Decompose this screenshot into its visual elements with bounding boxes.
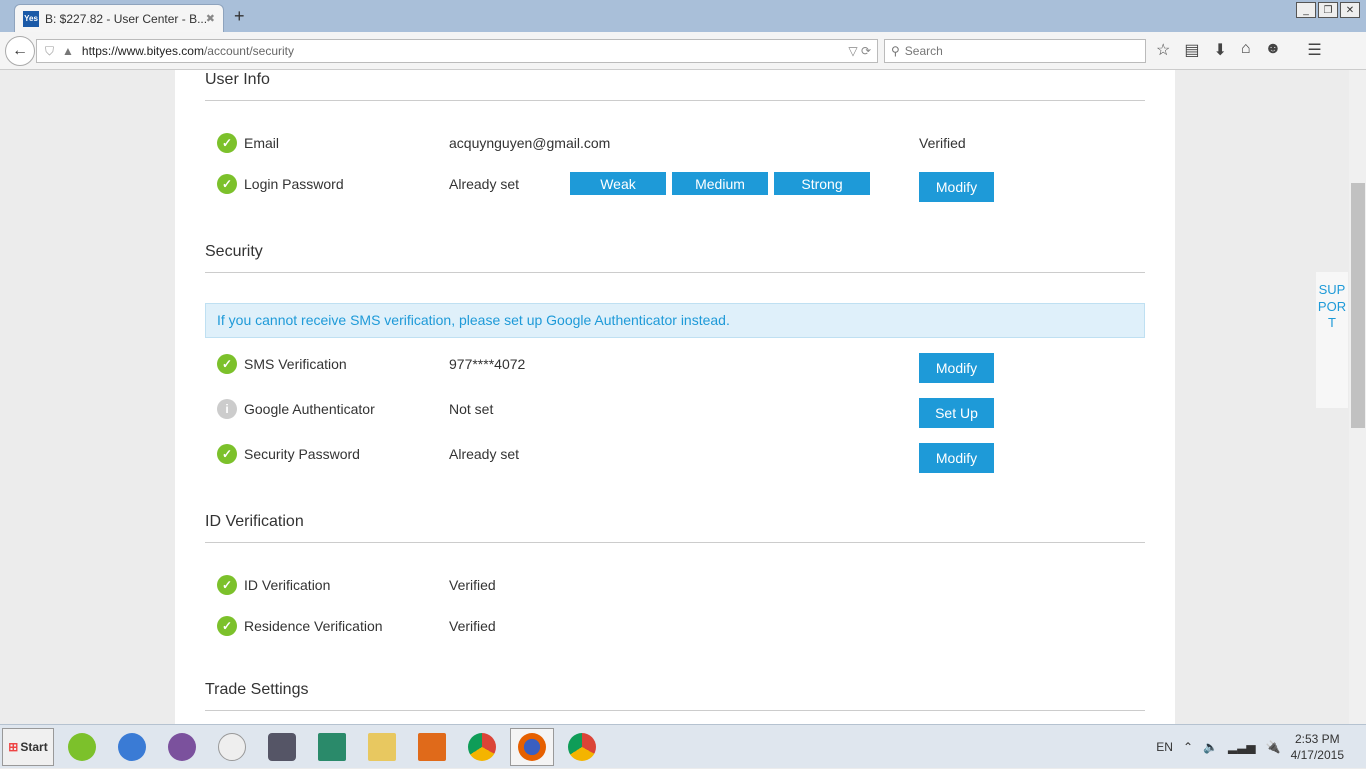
label: Login Password	[244, 176, 344, 192]
label: SMS Verification	[244, 356, 347, 372]
start-button[interactable]: ⊞ Start	[2, 727, 54, 766]
windows-icon: ⊞	[8, 739, 19, 754]
language-indicator[interactable]: EN	[1156, 740, 1173, 754]
info-icon: i	[217, 399, 237, 419]
section-title-id: ID Verification	[205, 512, 1145, 543]
volume-icon[interactable]: 🔈	[1203, 740, 1218, 754]
section-title-user-info: User Info	[205, 70, 1145, 101]
shield-icon: ⛉	[45, 43, 55, 58]
scrollbar-thumb[interactable]	[1351, 183, 1365, 428]
browser-tab[interactable]: Yes B: $227.82 - User Center - B... ✖	[14, 4, 224, 32]
status: Verified	[919, 135, 966, 151]
network-icon[interactable]: ▂▃▅	[1228, 740, 1256, 754]
support-tab[interactable]: SUPPORT	[1316, 272, 1348, 408]
row-email: ✓ Email acquynguyen@gmail.com Verified	[217, 131, 1117, 155]
value: acquynguyen@gmail.com	[449, 135, 611, 151]
clock[interactable]: 2:53 PM 4/17/2015	[1291, 731, 1344, 763]
check-icon: ✓	[217, 133, 237, 153]
power-icon[interactable]: 🔌	[1266, 740, 1281, 754]
favicon: Yes	[23, 10, 39, 27]
chrome-icon-2[interactable]	[560, 728, 604, 766]
tab-title: B: $227.82 - User Center - B...	[45, 11, 206, 26]
label: Security Password	[244, 446, 360, 462]
download-icon[interactable]: ⬇	[1213, 40, 1226, 60]
taskbar-app-6[interactable]	[310, 728, 354, 766]
value: Not set	[449, 401, 494, 417]
taskbar-app-ipro[interactable]	[410, 728, 454, 766]
section-title-trade: Trade Settings	[205, 680, 1145, 711]
restore-button[interactable]: ❐	[1318, 2, 1338, 18]
label: Google Authenticator	[244, 401, 375, 417]
warning-icon: ▲	[62, 44, 74, 58]
start-label: Start	[20, 739, 48, 754]
section-title-security: Security	[205, 242, 1145, 273]
system-tray: EN ⌃ 🔈 ▂▃▅ 🔌 2:53 PM 4/17/2015	[1156, 725, 1366, 769]
label: ID Verification	[244, 577, 331, 593]
check-icon: ✓	[217, 174, 237, 194]
reload-icon[interactable]: ▽ ⟳	[848, 44, 871, 58]
nav-bar: ← ⛉ ▲ https://www.bityes.com/account/sec…	[0, 32, 1366, 70]
label: Email	[244, 135, 280, 151]
setup-google-auth-button[interactable]: Set Up	[919, 398, 994, 428]
value: Verified	[449, 577, 496, 593]
value: Verified	[449, 618, 496, 634]
close-window-button[interactable]: ✕	[1340, 2, 1360, 18]
taskbar-app-5[interactable]	[260, 728, 304, 766]
check-icon: ✓	[217, 575, 237, 595]
url-host: https://www.bityes.com	[81, 44, 204, 58]
new-tab-button[interactable]: +	[234, 6, 245, 27]
modify-password-button[interactable]: Modify	[919, 172, 994, 202]
row-id: ✓ ID Verification Verified	[217, 573, 1117, 597]
modify-security-password-button[interactable]: Modify	[919, 443, 994, 473]
url-path: /account/security	[203, 44, 294, 58]
address-bar[interactable]: ⛉ ▲ https://www.bityes.com/account/secur…	[36, 39, 878, 63]
close-tab-icon[interactable]: ✖	[206, 12, 215, 25]
account-security-page: User Info ✓ Email acquynguyen@gmail.com V…	[175, 70, 1175, 724]
modify-sms-button[interactable]: Modify	[919, 353, 994, 383]
firefox-icon[interactable]	[510, 727, 554, 766]
taskbar: ⊞ Start EN ⌃ 🔈 ▂▃▅ 🔌 2:53 PM 4/17/2015	[0, 724, 1366, 768]
taskbar-app-1[interactable]	[60, 728, 104, 766]
viber-icon[interactable]	[160, 728, 204, 766]
check-icon: ✓	[217, 444, 237, 464]
minimize-button[interactable]: _	[1296, 2, 1316, 18]
hello-icon[interactable]: ☻	[1265, 40, 1282, 60]
check-icon: ✓	[217, 354, 237, 374]
row-residence: ✓ Residence Verification Verified	[217, 614, 1117, 638]
bookmark-star-icon[interactable]: ☆	[1156, 40, 1170, 60]
taskbar-app-alien[interactable]	[210, 728, 254, 766]
search-placeholder: Search	[904, 44, 943, 58]
file-explorer-icon[interactable]	[360, 728, 404, 766]
reading-list-icon[interactable]: ▤	[1184, 40, 1199, 60]
value: 977****4072	[449, 356, 526, 372]
sms-alert: If you cannot receive SMS verification, …	[205, 303, 1145, 338]
chrome-icon[interactable]	[460, 728, 504, 766]
check-icon: ✓	[217, 616, 237, 636]
strength-weak: Weak	[570, 172, 666, 195]
tab-bar: Yes B: $227.82 - User Center - B... ✖ + …	[0, 0, 1366, 32]
strength-medium: Medium	[672, 172, 768, 195]
value: Already set	[449, 446, 520, 462]
taskbar-app-2[interactable]	[110, 728, 154, 766]
search-icon: ⚲	[891, 44, 900, 58]
time: 2:53 PM	[1294, 732, 1340, 746]
search-input[interactable]: ⚲ Search	[884, 39, 1146, 63]
date: 4/17/2015	[1290, 748, 1344, 762]
value: Already set	[449, 176, 520, 192]
label: Residence Verification	[244, 618, 383, 634]
strength-strong: Strong	[774, 172, 870, 195]
menu-icon[interactable]: ☰	[1307, 40, 1321, 60]
show-hidden-icons[interactable]: ⌃	[1183, 740, 1193, 754]
back-button[interactable]: ←	[5, 36, 35, 66]
home-icon[interactable]: ⌂	[1241, 40, 1251, 60]
